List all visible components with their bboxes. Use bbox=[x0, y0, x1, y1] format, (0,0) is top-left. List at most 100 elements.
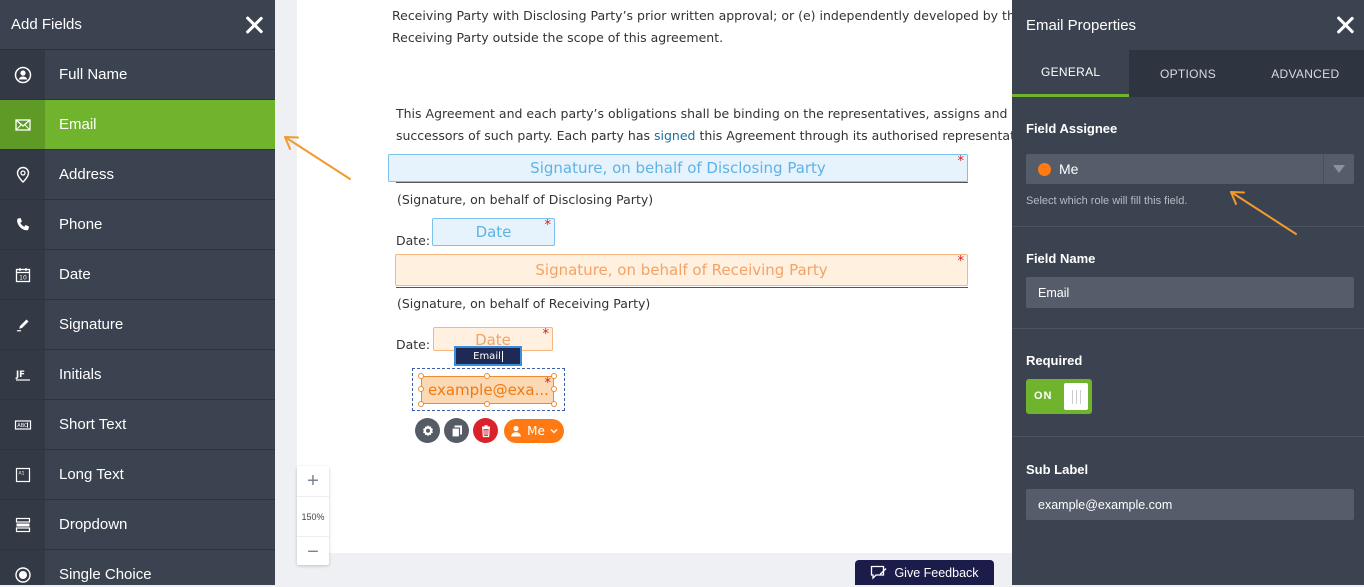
give-feedback-button[interactable]: Give Feedback bbox=[855, 560, 994, 585]
radio-icon bbox=[14, 566, 31, 583]
resize-handle[interactable] bbox=[418, 373, 424, 379]
close-add-fields-icon[interactable] bbox=[245, 16, 263, 34]
delete-button[interactable] bbox=[473, 418, 498, 443]
toggle-knob bbox=[1064, 383, 1088, 410]
user-circle-icon bbox=[14, 66, 31, 83]
svg-text:10: 10 bbox=[19, 274, 27, 281]
field-name-tooltip: Email bbox=[454, 346, 522, 366]
resize-handle[interactable] bbox=[484, 373, 490, 379]
required-section: Required ON bbox=[1012, 329, 1364, 437]
resize-handle[interactable] bbox=[484, 401, 490, 407]
field-name-input[interactable]: Email bbox=[1026, 277, 1354, 308]
signature-line bbox=[396, 287, 968, 288]
resize-handle[interactable] bbox=[551, 386, 557, 392]
toggle-state: ON bbox=[1034, 390, 1053, 402]
field-item-label: Full Name bbox=[59, 66, 128, 83]
user-icon bbox=[511, 425, 522, 436]
assignee-pill[interactable]: Me bbox=[504, 418, 564, 443]
date-field-disclosing[interactable]: Date * bbox=[432, 218, 555, 246]
field-item-date[interactable]: 10 Date bbox=[0, 250, 275, 300]
properties-tabs: GENERAL OPTIONS ADVANCED bbox=[1012, 50, 1364, 97]
signature-line bbox=[396, 182, 968, 183]
signature-caption-receiving: (Signature, on behalf of Receiving Party… bbox=[397, 296, 651, 311]
assignee-value: Me bbox=[1059, 161, 1079, 177]
map-pin-icon bbox=[16, 166, 29, 183]
assignee-dropdown[interactable]: Me bbox=[1026, 154, 1354, 184]
triangle-down-icon bbox=[1333, 165, 1345, 173]
svg-text:A1: A1 bbox=[18, 470, 24, 476]
sub-label-input[interactable]: example@example.com bbox=[1026, 489, 1354, 520]
field-item-signature[interactable]: Signature bbox=[0, 300, 275, 350]
field-item-label: Address bbox=[59, 166, 115, 183]
required-asterisk: * bbox=[544, 218, 552, 233]
dropdown-arrow[interactable] bbox=[1323, 154, 1354, 184]
signature-field-receiving[interactable]: Signature, on behalf of Receiving Party … bbox=[395, 254, 968, 286]
field-item-initials[interactable]: JF Initials bbox=[0, 350, 275, 400]
duplicate-button[interactable] bbox=[444, 418, 469, 443]
field-item-short-text[interactable]: ABC Short Text bbox=[0, 400, 275, 450]
field-item-single-choice[interactable]: Single Choice bbox=[0, 550, 275, 585]
field-assignee-section: Field Assignee Me Select which role will… bbox=[1012, 97, 1364, 227]
settings-button[interactable] bbox=[415, 418, 440, 443]
field-assignee-label: Field Assignee bbox=[1026, 121, 1118, 136]
field-item-label: Long Text bbox=[59, 466, 124, 483]
resize-handle[interactable] bbox=[551, 401, 557, 407]
field-item-label: Phone bbox=[59, 216, 103, 233]
zoom-out-button[interactable]: − bbox=[297, 537, 329, 567]
field-item-dropdown[interactable]: Dropdown bbox=[0, 500, 275, 550]
resize-handle[interactable] bbox=[418, 386, 424, 392]
svg-text:ABC: ABC bbox=[17, 423, 28, 429]
gear-icon bbox=[422, 424, 433, 436]
date-label-2: Date: bbox=[396, 337, 431, 352]
email-field-selection[interactable]: example@exa... * bbox=[412, 368, 565, 411]
properties-header: Email Properties bbox=[1012, 0, 1364, 50]
phone-icon bbox=[16, 217, 29, 230]
add-fields-header: Add Fields bbox=[0, 0, 275, 50]
signature-field-disclosing[interactable]: Signature, on behalf of Disclosing Party… bbox=[388, 154, 968, 182]
add-fields-title: Add Fields bbox=[11, 16, 82, 33]
copy-icon bbox=[450, 425, 462, 438]
required-toggle[interactable]: ON bbox=[1026, 379, 1092, 414]
envelope-icon bbox=[14, 118, 31, 131]
email-field[interactable]: example@exa... * bbox=[421, 376, 554, 404]
field-item-email[interactable]: Email bbox=[0, 100, 275, 150]
date-label-1: Date: bbox=[396, 233, 431, 248]
field-item-full-name[interactable]: Full Name bbox=[0, 50, 275, 100]
field-item-label: Short Text bbox=[59, 416, 127, 433]
initials-icon: JF bbox=[15, 370, 30, 381]
required-label: Required bbox=[1026, 353, 1083, 368]
field-item-phone[interactable]: Phone bbox=[0, 200, 275, 250]
field-item-label: Single Choice bbox=[59, 566, 152, 583]
signature-caption-disclosing: (Signature, on behalf of Disclosing Part… bbox=[397, 192, 654, 207]
trash-icon bbox=[481, 424, 490, 437]
required-asterisk: * bbox=[957, 254, 965, 269]
email-properties-panel: Email Properties GENERAL OPTIONS ADVANCE… bbox=[1012, 0, 1364, 585]
field-item-label: Date bbox=[59, 266, 91, 283]
required-asterisk: * bbox=[957, 154, 965, 169]
field-name-section: Field Name Email bbox=[1012, 227, 1364, 329]
short-text-icon: ABC bbox=[14, 419, 31, 430]
document-page: Receiving Party with Disclosing Party’s … bbox=[297, 0, 1034, 553]
tab-advanced[interactable]: ADVANCED bbox=[1247, 50, 1364, 97]
tab-general[interactable]: GENERAL bbox=[1012, 50, 1130, 97]
field-item-label: Initials bbox=[59, 366, 102, 383]
properties-title: Email Properties bbox=[1026, 16, 1137, 34]
tab-options[interactable]: OPTIONS bbox=[1129, 50, 1246, 97]
field-item-label: Signature bbox=[59, 316, 124, 333]
resize-handle[interactable] bbox=[551, 373, 557, 379]
zoom-level: 150% bbox=[297, 496, 329, 537]
signed-link[interactable]: signed bbox=[654, 128, 695, 143]
sub-label-label: Sub Label bbox=[1026, 462, 1089, 477]
close-properties-icon[interactable] bbox=[1336, 16, 1354, 34]
field-toolbar: Me bbox=[415, 418, 564, 443]
resize-handle[interactable] bbox=[418, 401, 424, 407]
document-paragraph-2: This Agreement and each party’s obligati… bbox=[396, 106, 1034, 143]
chevron-down-icon bbox=[550, 428, 558, 433]
zoom-in-button[interactable]: + bbox=[297, 466, 329, 496]
field-item-address[interactable]: Address bbox=[0, 150, 275, 200]
assignee-color-dot bbox=[1038, 162, 1051, 176]
feedback-icon bbox=[871, 565, 887, 580]
pen-icon bbox=[16, 319, 28, 332]
field-item-long-text[interactable]: A1 Long Text bbox=[0, 450, 275, 500]
document-canvas: Receiving Party with Disclosing Party’s … bbox=[275, 0, 1034, 585]
